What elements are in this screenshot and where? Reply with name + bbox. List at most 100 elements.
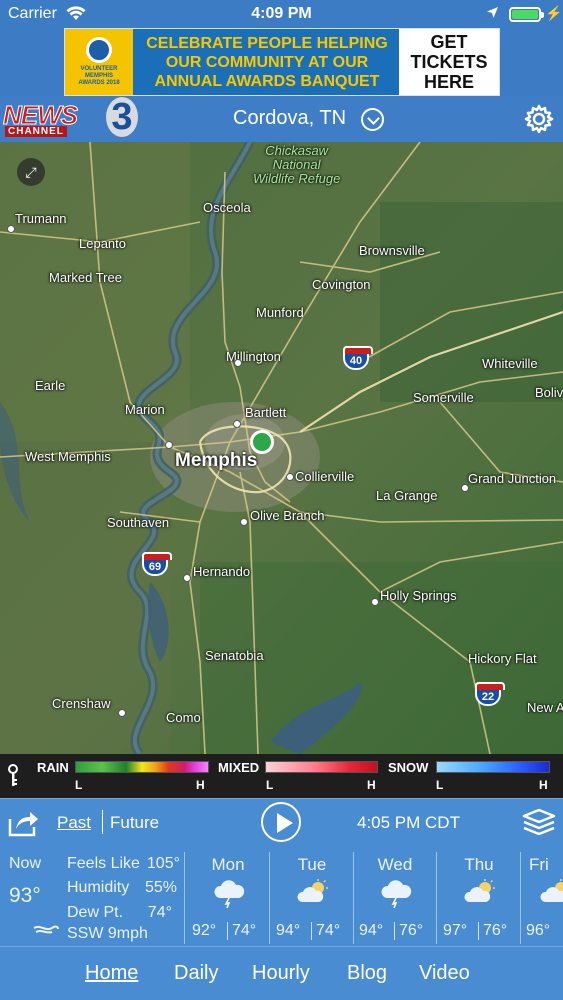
forecast-day[interactable]: Mon 92° 74° bbox=[186, 848, 270, 946]
forecast-day[interactable]: Thu 97° 76° bbox=[437, 848, 521, 946]
city-dot bbox=[233, 420, 241, 428]
forecast-high: 96° bbox=[526, 922, 551, 939]
map-label-senatobia: Senatobia bbox=[205, 648, 264, 663]
forecast-high: 94° bbox=[276, 922, 301, 939]
radar-map[interactable]: Chickasaw National Wildlife Refuge Osceola… bbox=[0, 142, 563, 754]
legend-mixed-label: MIXED bbox=[218, 760, 260, 775]
radar-timestamp: 4:05 PM CDT bbox=[357, 813, 460, 832]
humidity-value: 55% bbox=[144, 879, 177, 896]
city-dot bbox=[7, 225, 15, 233]
forecast-day-name: Fri bbox=[529, 855, 549, 874]
legend-high: H bbox=[367, 778, 376, 792]
future-toggle[interactable]: Future bbox=[110, 813, 159, 833]
legend-low: L bbox=[266, 778, 274, 792]
current-temp: 93° bbox=[9, 884, 41, 907]
forecast-low: 74° bbox=[316, 922, 341, 939]
tab-home[interactable]: Home bbox=[85, 962, 138, 985]
rain-scale bbox=[75, 761, 209, 773]
city-dot bbox=[118, 709, 126, 717]
chevron-down-icon[interactable] bbox=[361, 108, 384, 131]
map-label-grand-junction: Grand Junction bbox=[468, 471, 557, 486]
current-location-marker[interactable] bbox=[250, 430, 274, 454]
map-label-hickory-flat: Hickory Flat bbox=[468, 651, 537, 666]
map-label-brownsville: Brownsville bbox=[359, 243, 425, 258]
hi-lo-divider bbox=[311, 922, 312, 940]
map-label-new-albany: New A bbox=[527, 700, 563, 715]
fullscreen-icon[interactable]: ⤢ bbox=[17, 158, 45, 186]
map-label-west-memphis: West Memphis bbox=[25, 449, 111, 464]
ad-banner[interactable]: VOLUNTEER MEMPHIS AWARDS 2018 CELEBRATE … bbox=[64, 28, 500, 96]
past-toggle[interactable]: Past bbox=[57, 813, 91, 833]
hi-lo-divider bbox=[227, 922, 228, 940]
city-dot bbox=[371, 598, 379, 606]
city-dot bbox=[240, 518, 248, 526]
map-label-olive-branch: Olive Branch bbox=[250, 508, 325, 523]
humidity-label: Humidity bbox=[67, 879, 130, 896]
forecast-day[interactable]: Tue 94° 74° bbox=[270, 848, 354, 946]
map-label-earle: Earle bbox=[35, 378, 66, 393]
partly-cloudy-icon bbox=[539, 878, 563, 908]
city-dot bbox=[165, 441, 173, 449]
forecast-high: 94° bbox=[359, 922, 384, 939]
ad-line-3: ANNUAL AWARDS BANQUET bbox=[154, 72, 380, 90]
map-label-holly-springs: Holly Springs bbox=[380, 588, 457, 603]
legend-low: L bbox=[75, 778, 83, 792]
partly-cloudy-icon bbox=[296, 878, 330, 908]
radar-legend: RAIN L H MIXED L H SNOW L H bbox=[0, 754, 563, 798]
tab-blog[interactable]: Blog bbox=[347, 962, 387, 985]
forecast-day-name: Mon bbox=[211, 855, 245, 874]
now-label: Now bbox=[9, 855, 42, 872]
forecast-high: 92° bbox=[192, 922, 217, 939]
news3-logo: NEWS CHANNEL 3 bbox=[3, 97, 138, 138]
hi-lo-divider bbox=[478, 922, 479, 940]
forecast-low: 74° bbox=[232, 922, 257, 939]
current-conditions[interactable]: Now 93° Feels Like 105° Humidity 55% Dew… bbox=[0, 848, 184, 946]
share-icon[interactable] bbox=[8, 809, 40, 837]
ad-text: CELEBRATE PEOPLE HELPING OUR COMMUNITY A… bbox=[133, 29, 399, 95]
snow-scale bbox=[436, 761, 550, 773]
tab-hourly[interactable]: Hourly bbox=[252, 962, 310, 985]
city-dot bbox=[234, 359, 242, 367]
key-icon[interactable] bbox=[7, 764, 19, 788]
logo-channel-text: CHANNEL bbox=[5, 126, 67, 137]
dew-point-value: 74° bbox=[147, 904, 172, 921]
map-label-refuge: Chickasaw National Wildlife Refuge bbox=[253, 143, 341, 186]
status-bar: Carrier 4:09 PM ⚡ bbox=[0, 0, 563, 28]
legend-low: L bbox=[436, 778, 444, 792]
charging-icon: ⚡ bbox=[545, 5, 563, 21]
feels-like-value: 105° bbox=[146, 855, 180, 872]
gear-icon[interactable] bbox=[523, 103, 555, 135]
map-label-covington: Covington bbox=[312, 277, 371, 292]
location-title[interactable]: Cordova, TN bbox=[233, 107, 346, 130]
thunderstorm-icon bbox=[379, 878, 413, 909]
get-tickets-button[interactable]: GET TICKETS HERE bbox=[399, 29, 499, 95]
forecast-day[interactable]: Fri 96° bbox=[521, 848, 563, 946]
forecast-day[interactable]: Wed 94° 76° bbox=[353, 848, 437, 946]
map-label-crenshaw: Crenshaw bbox=[52, 696, 111, 711]
play-button[interactable] bbox=[261, 802, 301, 842]
map-label-southaven: Southaven bbox=[107, 515, 170, 530]
wind-value: SSW 9mph bbox=[67, 925, 148, 942]
map-label-la-grange: La Grange bbox=[376, 488, 438, 503]
legend-snow-label: SNOW bbox=[388, 760, 429, 775]
map-label-osceola: Osceola bbox=[203, 200, 251, 215]
tab-video[interactable]: Video bbox=[419, 962, 470, 985]
tab-daily[interactable]: Daily bbox=[174, 962, 218, 985]
map-label-hernando: Hernando bbox=[193, 564, 251, 579]
location-arrow-icon bbox=[486, 6, 499, 24]
legend-high: H bbox=[539, 778, 548, 792]
interstate-69-shield: 69 bbox=[142, 552, 172, 576]
map-label-trumann: Trumann bbox=[15, 211, 67, 226]
forecast-day-name: Thu bbox=[464, 855, 494, 874]
hi-lo-divider bbox=[394, 922, 395, 940]
layers-icon[interactable] bbox=[522, 808, 556, 836]
wind-icon bbox=[32, 922, 60, 941]
status-time: 4:09 PM bbox=[251, 5, 312, 22]
legend-high: H bbox=[196, 778, 205, 792]
city-dot bbox=[286, 473, 294, 481]
forecast-low: 76° bbox=[399, 922, 424, 939]
map-label-munford: Munford bbox=[256, 305, 304, 320]
forecast-day-name: Wed bbox=[377, 855, 413, 874]
awards-badge-logo: VOLUNTEER MEMPHIS AWARDS 2018 bbox=[65, 29, 133, 95]
forecast-high: 97° bbox=[443, 922, 468, 939]
